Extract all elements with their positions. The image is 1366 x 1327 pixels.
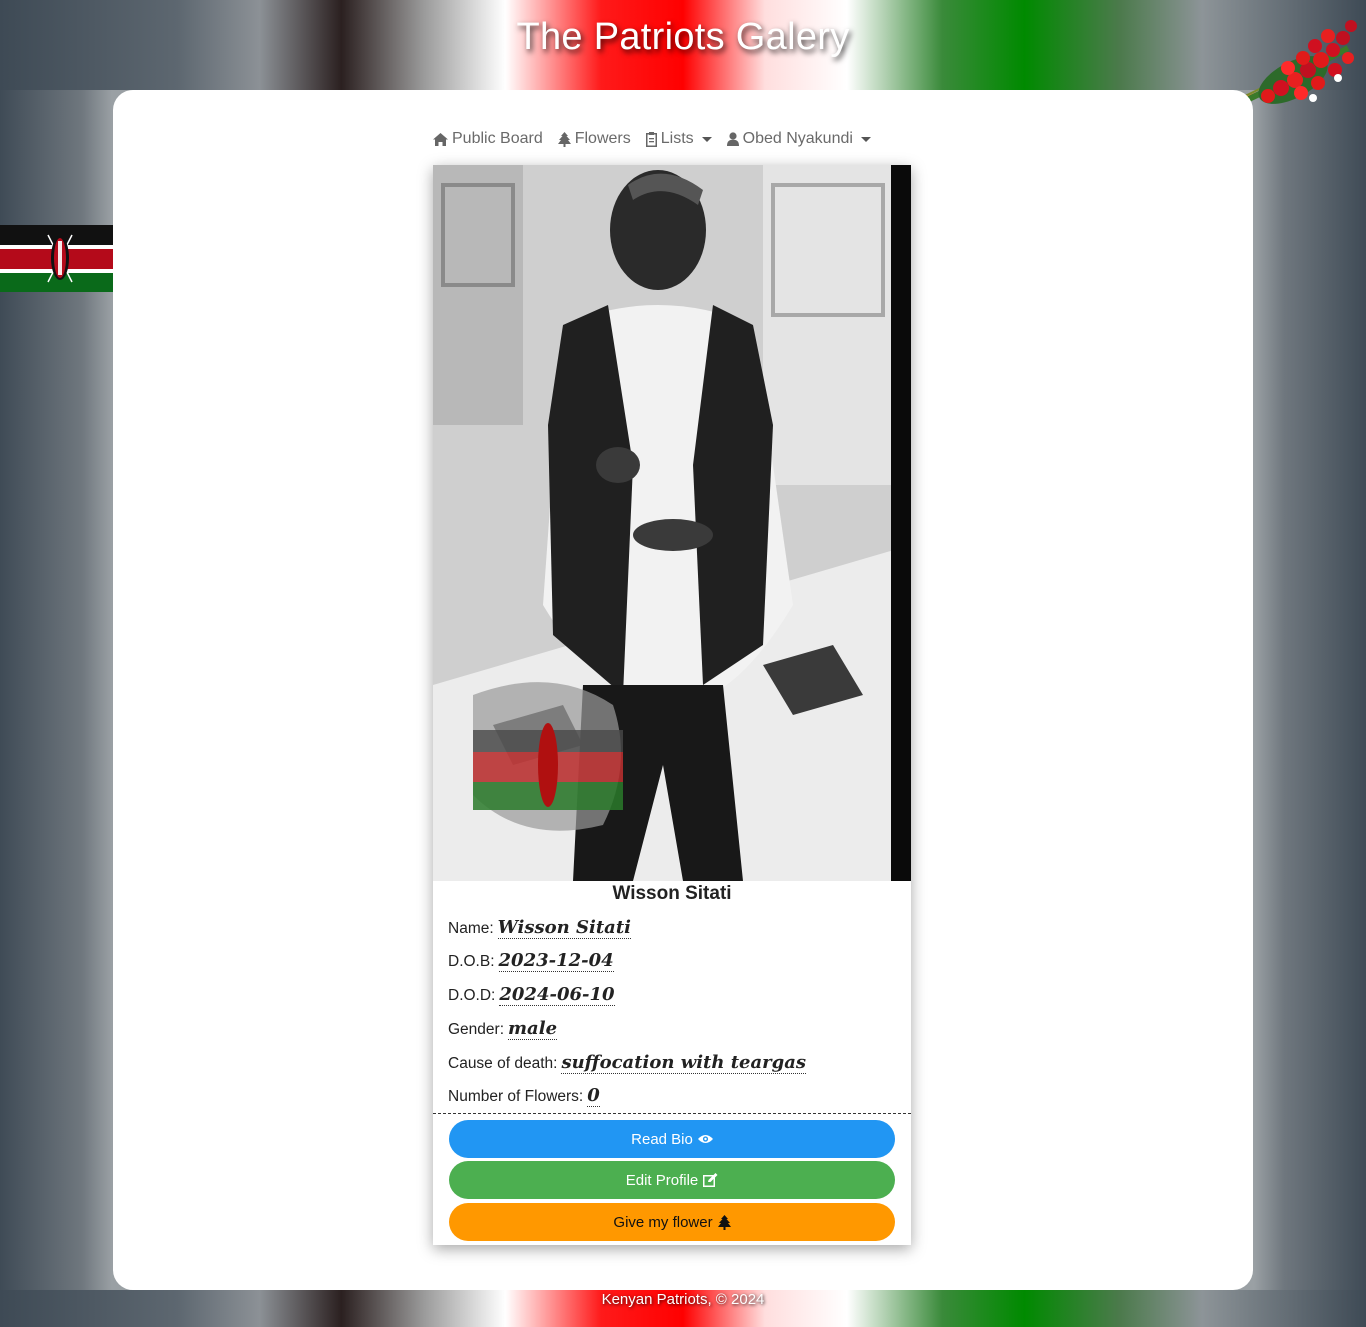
tree-icon	[717, 1214, 731, 1230]
user-icon	[726, 132, 739, 146]
nav-public-board-label: Public Board	[452, 130, 543, 147]
field-flowers-value: 0	[587, 1085, 600, 1107]
navbar: Public Board Flowers Lists Obed Nyakundi	[433, 126, 886, 152]
nav-flowers[interactable]: Flowers	[557, 130, 631, 148]
field-name: Name: Wisson Sitati	[448, 917, 631, 939]
field-dob-label: D.O.B:	[448, 953, 495, 970]
main-container: Public Board Flowers Lists Obed Nyakundi	[113, 90, 1253, 1290]
field-dob-value: 2023-12-04	[498, 950, 614, 972]
field-flowers-label: Number of Flowers:	[448, 1088, 584, 1105]
nav-public-board[interactable]: Public Board	[433, 130, 543, 148]
field-name-label: Name:	[448, 920, 494, 937]
field-dob: D.O.B: 2023-12-04	[448, 950, 614, 972]
tree-icon	[557, 131, 571, 147]
field-cause-value: suffocation with teargas	[561, 1052, 806, 1074]
kenya-flag-image	[0, 225, 120, 292]
nav-user-dropdown[interactable]: Obed Nyakundi	[726, 130, 871, 148]
edit-profile-button[interactable]: Edit Profile	[449, 1161, 895, 1199]
field-dod-value: 2024-06-10	[499, 984, 615, 1006]
chevron-down-icon	[860, 136, 871, 142]
field-gender: Gender: male	[448, 1018, 558, 1040]
field-dod: D.O.D: 2024-06-10	[448, 984, 615, 1006]
footer-copyright: Kenyan Patriots, © 2024	[601, 1291, 765, 1308]
give-flower-button[interactable]: Give my flower	[449, 1203, 895, 1241]
chevron-down-icon	[701, 136, 712, 142]
edit-profile-label: Edit Profile	[625, 1171, 699, 1189]
nav-lists-label: Lists	[660, 130, 694, 147]
home-icon	[433, 132, 448, 146]
card-title: Wisson Sitati	[612, 883, 732, 904]
nav-lists-dropdown[interactable]: Lists	[645, 130, 712, 148]
patriot-photo	[433, 165, 911, 881]
read-bio-button[interactable]: Read Bio	[449, 1120, 895, 1158]
field-gender-label: Gender:	[448, 1021, 505, 1038]
field-name-value: Wisson Sitati	[497, 917, 631, 939]
eye-icon	[697, 1135, 713, 1143]
field-flower-count: Number of Flowers: 0	[448, 1085, 600, 1107]
field-cause-of-death: Cause of death: suffocation with teargas	[448, 1052, 806, 1074]
field-dod-label: D.O.D:	[448, 987, 496, 1004]
card-divider	[433, 1113, 911, 1114]
field-gender-value: male	[508, 1018, 558, 1040]
edit-icon	[703, 1173, 718, 1187]
clipboard-icon	[645, 131, 657, 147]
read-bio-label: Read Bio	[631, 1130, 693, 1148]
nav-flowers-label: Flowers	[574, 130, 631, 147]
patriot-card: Wisson Sitati Name: Wisson Sitati D.O.B: 2…	[433, 165, 911, 1245]
nav-user-label: Obed Nyakundi	[742, 130, 853, 147]
give-flower-label: Give my flower	[613, 1213, 713, 1231]
field-cause-label: Cause of death:	[448, 1055, 558, 1072]
